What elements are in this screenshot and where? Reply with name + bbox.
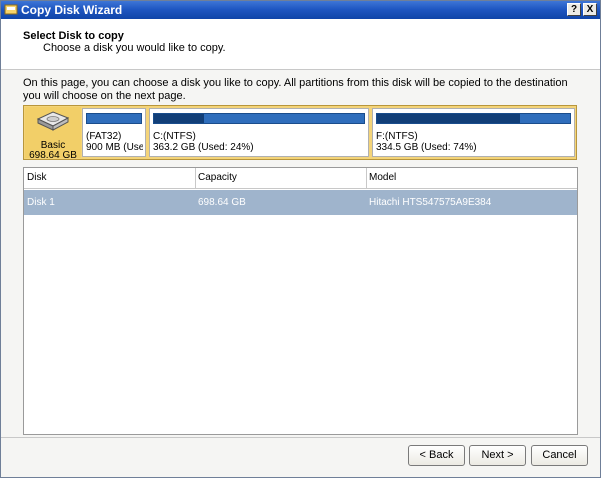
window-title: Copy Disk Wizard xyxy=(21,3,123,17)
disk-list: Disk Capacity Model Disk 1 698.64 GB Hit… xyxy=(23,167,578,435)
title-bar: Copy Disk Wizard ? X xyxy=(1,1,600,19)
partition-usage-fill xyxy=(377,114,520,123)
disk-list-header: Disk Capacity Model xyxy=(24,168,577,189)
cell-model: Hitachi HTS547575A9E384 xyxy=(369,197,492,208)
cell-capacity: 698.64 GB xyxy=(198,197,246,208)
partition-usage-bar xyxy=(376,113,571,124)
copy-disk-wizard-window: Copy Disk Wizard ? X Select Disk to copy… xyxy=(0,0,601,478)
partition-usage-fill xyxy=(154,114,205,123)
disk-size-label: 698.64 GB xyxy=(29,150,77,161)
partition-usage-bar xyxy=(86,113,142,124)
partition-label: (FAT32) xyxy=(86,131,122,142)
next-button[interactable]: Next > xyxy=(469,445,526,466)
partition-label: F:(NTFS) xyxy=(376,131,418,142)
partition-usage-bar xyxy=(153,113,365,124)
page-title: Select Disk to copy xyxy=(23,30,124,42)
close-icon: X xyxy=(586,4,594,15)
wizard-header: Select Disk to copy Choose a disk you wo… xyxy=(1,19,600,70)
table-row[interactable]: Disk 1 698.64 GB Hitachi HTS547575A9E384 xyxy=(24,190,577,215)
column-divider[interactable] xyxy=(195,168,196,188)
partition-f[interactable]: F:(NTFS) 334.5 GB (Used: 74%) xyxy=(372,108,575,157)
disk-map-selected[interactable]: Basic 698.64 GB (FAT32) 900 MB (Used: C:… xyxy=(23,105,577,161)
disk-info[interactable]: Basic 698.64 GB xyxy=(25,107,81,161)
cell-disk: Disk 1 xyxy=(27,197,55,208)
partition-fat32[interactable]: (FAT32) 900 MB (Used: xyxy=(82,108,146,157)
help-icon: ? xyxy=(570,4,578,15)
page-subtitle: Choose a disk you would like to copy. xyxy=(43,42,226,54)
cancel-button[interactable]: Cancel xyxy=(531,445,588,466)
column-header-capacity[interactable]: Capacity xyxy=(198,172,237,183)
footer-divider xyxy=(1,437,600,438)
column-divider[interactable] xyxy=(366,168,367,188)
back-button[interactable]: < Back xyxy=(408,445,465,466)
partition-label: C:(NTFS) xyxy=(153,131,196,142)
column-header-model[interactable]: Model xyxy=(369,172,396,183)
column-header-disk[interactable]: Disk xyxy=(27,172,46,183)
hard-disk-icon xyxy=(36,111,70,131)
partition-c[interactable]: C:(NTFS) 363.2 GB (Used: 24%) xyxy=(149,108,369,157)
help-button[interactable]: ? xyxy=(567,3,581,16)
partition-info: 900 MB (Used: xyxy=(86,142,143,153)
partition-info: 334.5 GB (Used: 74%) xyxy=(376,142,477,153)
close-button[interactable]: X xyxy=(583,3,597,16)
page-description: On this page, you can choose a disk you … xyxy=(23,77,568,102)
wizard-icon xyxy=(4,4,18,15)
partition-info: 363.2 GB (Used: 24%) xyxy=(153,142,254,153)
